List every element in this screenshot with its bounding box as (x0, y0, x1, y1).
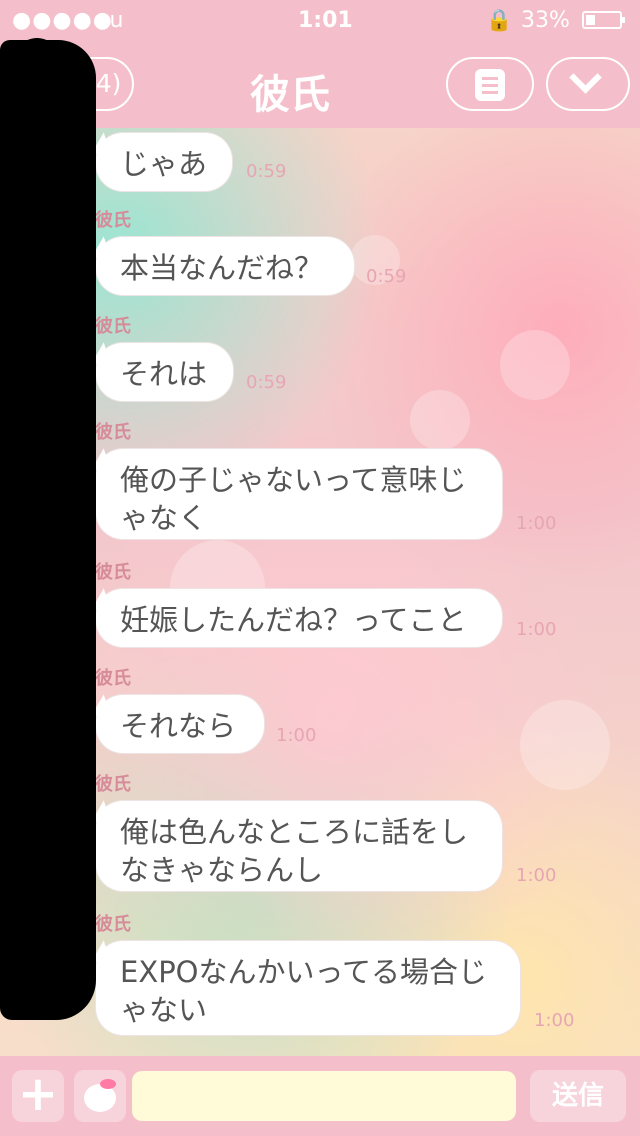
message-time: 0:59 (246, 161, 287, 182)
message-time: 1:00 (516, 619, 557, 640)
redaction-mark (14, 38, 60, 128)
message-bubble: EXPOなんかいってる場合じゃない (95, 940, 521, 1036)
plus-button[interactable]: + (12, 1070, 64, 1122)
menu-list-icon (475, 69, 505, 101)
message-input-bar: + 送信 (0, 1056, 640, 1136)
redaction-mark (0, 40, 96, 1020)
sender-name: 彼氏 (95, 422, 131, 443)
battery-percent: 33% (521, 8, 570, 33)
carrier-name: au (96, 8, 124, 33)
menu-button[interactable] (446, 57, 534, 111)
status-time: 1:01 (298, 8, 353, 33)
message-bubble: 俺の子じゃないって意味じゃなく (95, 448, 503, 540)
dropdown-button[interactable] (546, 57, 630, 111)
sender-name: 彼氏 (95, 316, 131, 337)
message-bubble: それなら (95, 694, 265, 754)
battery-icon (582, 11, 625, 29)
sticker-button[interactable] (74, 1070, 126, 1122)
sender-name: 彼氏 (95, 210, 131, 231)
sender-name: 彼氏 (95, 774, 131, 795)
message-bubble: 妊娠したんだね？ってこと (95, 588, 503, 648)
message-time: 1:00 (516, 513, 557, 534)
sticker-bow (100, 1079, 116, 1089)
sender-name: 彼氏 (95, 562, 131, 583)
message-time: 1:00 (516, 865, 557, 886)
message-time: 0:59 (366, 266, 407, 287)
send-button[interactable]: 送信 (530, 1070, 626, 1122)
message-input[interactable] (132, 1071, 516, 1121)
message-bubble: 本当なんだね？ (95, 236, 355, 296)
message-bubble: それは (95, 342, 234, 402)
message-bubble: 俺は色んなところに話をしなきゃならんし (95, 800, 503, 892)
sender-name: 彼氏 (95, 914, 131, 935)
chevron-down-icon (569, 61, 602, 94)
message-time: 0:59 (246, 372, 287, 393)
message-list[interactable]: じゃあ 0:59 彼氏 本当なんだね？ 0:59 彼氏 それは 0:59 彼氏 … (0, 128, 640, 1056)
page-title: 彼氏 (250, 72, 330, 118)
status-bar: ●●●●● au 1:01 🔒 33% (0, 0, 640, 40)
message-time: 1:00 (276, 725, 317, 746)
rotation-lock-icon: 🔒 (486, 8, 513, 32)
message-bubble: じゃあ (95, 132, 233, 192)
chat-header: ← (4) 彼氏 (0, 40, 640, 128)
sender-name: 彼氏 (95, 668, 131, 689)
message-time: 1:00 (534, 1010, 575, 1031)
